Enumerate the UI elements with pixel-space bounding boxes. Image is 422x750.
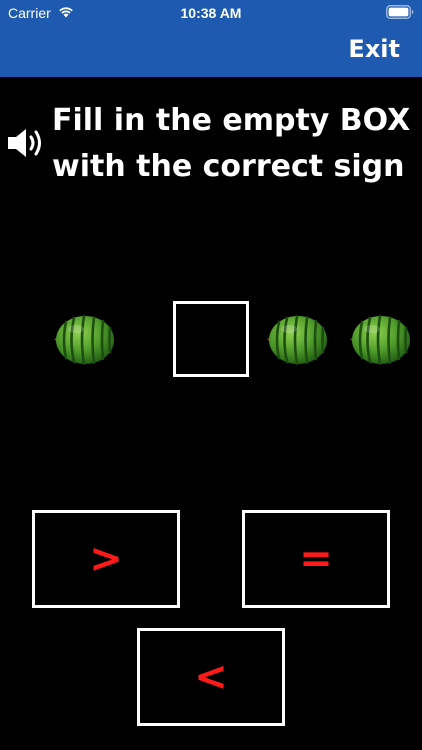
less-than-button[interactable]: < (137, 628, 285, 726)
less-than-sign: < (194, 654, 228, 700)
exit-button[interactable]: Exit (348, 34, 400, 64)
speaker-icon[interactable] (6, 126, 46, 160)
clock: 10:38 AM (180, 5, 242, 21)
battery-icon (386, 5, 414, 19)
instruction-line-2: with the correct sign (52, 149, 405, 184)
watermelon-icon (267, 314, 329, 366)
game-screen: Carrier 10:38 AM Exit Fill in the empty … (0, 0, 422, 750)
greater-than-sign: > (89, 536, 123, 582)
equal-sign: = (299, 536, 333, 582)
watermelon-icon (350, 314, 412, 366)
top-bar: Carrier 10:38 AM Exit (0, 0, 422, 77)
empty-answer-box[interactable] (173, 301, 249, 377)
watermelon-icon (54, 314, 116, 366)
equal-button[interactable]: = (242, 510, 390, 608)
instruction-line-1: Fill in the empty BOX (52, 103, 411, 138)
greater-than-button[interactable]: > (32, 510, 180, 608)
instruction-text: Fill in the empty BOX with the correct s… (52, 98, 418, 190)
